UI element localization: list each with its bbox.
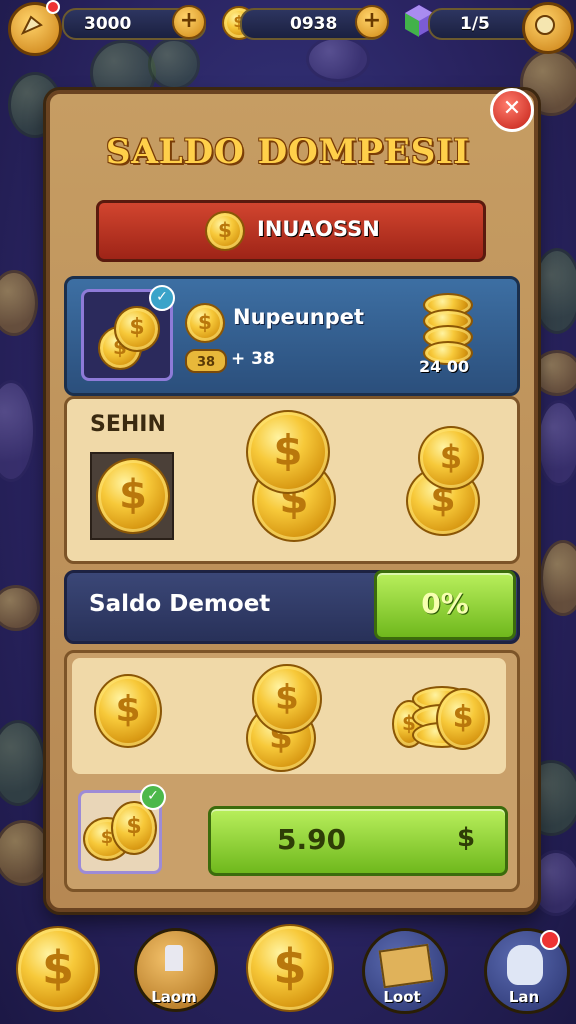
red-banner-label: INUAOSSN [257, 217, 380, 241]
deposit-multiplier: + 38 [231, 349, 275, 369]
notification-dot [46, 0, 60, 14]
red-banner[interactable]: $ INUAOSSN [96, 200, 486, 262]
coin-icon[interactable]: $ [246, 410, 330, 494]
balance-label: Saldo Demoet [89, 591, 271, 617]
top-resource-bar: 3000 + $ 0938 + 1/5 [0, 0, 576, 56]
dialog-title: SALDO DOMPESII [105, 132, 471, 172]
bottom-navigation: $ Laom $ Loot Lan [0, 924, 576, 1024]
coin-icon: $ [205, 211, 245, 251]
add-cash-button[interactable]: + [355, 5, 389, 39]
deposit-card[interactable]: $ $ ✓ $ Nupeunpet 38 + 38 24 00 [64, 276, 520, 396]
background-coin [0, 720, 46, 806]
coin-icon: $ [185, 303, 225, 343]
coin-icon[interactable]: $ [436, 688, 490, 750]
character-icon [507, 945, 543, 985]
close-button[interactable]: ✕ [490, 88, 534, 132]
deposit-card-title: Nupeunpet [233, 305, 365, 329]
background-coin [540, 540, 576, 616]
nav-item-label: Loot [383, 988, 421, 1006]
coin-icon: $ [114, 306, 160, 352]
section-label: SEHIN [90, 412, 166, 437]
coin-icon[interactable]: $ [252, 664, 322, 734]
deposit-chip-value: 38 [196, 355, 216, 370]
treasure-map-icon [378, 943, 434, 989]
lamp-icon [165, 945, 183, 971]
notification-dot [540, 930, 560, 950]
background-coin [536, 400, 576, 486]
background-coin [532, 248, 576, 334]
settings-gear-icon[interactable] [522, 2, 574, 54]
add-coins-button[interactable]: + [172, 5, 206, 39]
buy-amount: 5.90 [277, 823, 347, 856]
check-badge-icon: ✓ [140, 784, 166, 810]
background-coin [0, 820, 52, 886]
nav-item-label: Laom [151, 988, 197, 1006]
info-badge-icon: ✓ [149, 285, 175, 311]
coin-icon[interactable]: $ [418, 426, 484, 490]
deposit-amount: 24 00 [419, 357, 470, 376]
nav-item-label: Lan [508, 988, 540, 1006]
nav-coins-button[interactable]: $ [16, 926, 100, 1012]
gems-value: 1/5 [460, 14, 490, 34]
coin-icon[interactable]: $ [94, 674, 162, 748]
coin-icon: $ [96, 458, 170, 534]
buy-button[interactable]: 5.90 $ [208, 806, 508, 876]
coins-value: 3000 [84, 14, 132, 34]
balance-percent-button[interactable]: 0% [374, 570, 516, 640]
background-coin [0, 585, 40, 631]
background-coin [532, 350, 576, 396]
balance-percent: 0% [421, 587, 469, 620]
cash-value: 0938 [290, 14, 338, 34]
buy-currency: $ [457, 823, 476, 853]
background-coin [0, 380, 36, 482]
nav-shop-button[interactable]: $ [246, 924, 334, 1012]
deposit-chip: 38 [185, 349, 227, 373]
background-coin [0, 270, 38, 336]
